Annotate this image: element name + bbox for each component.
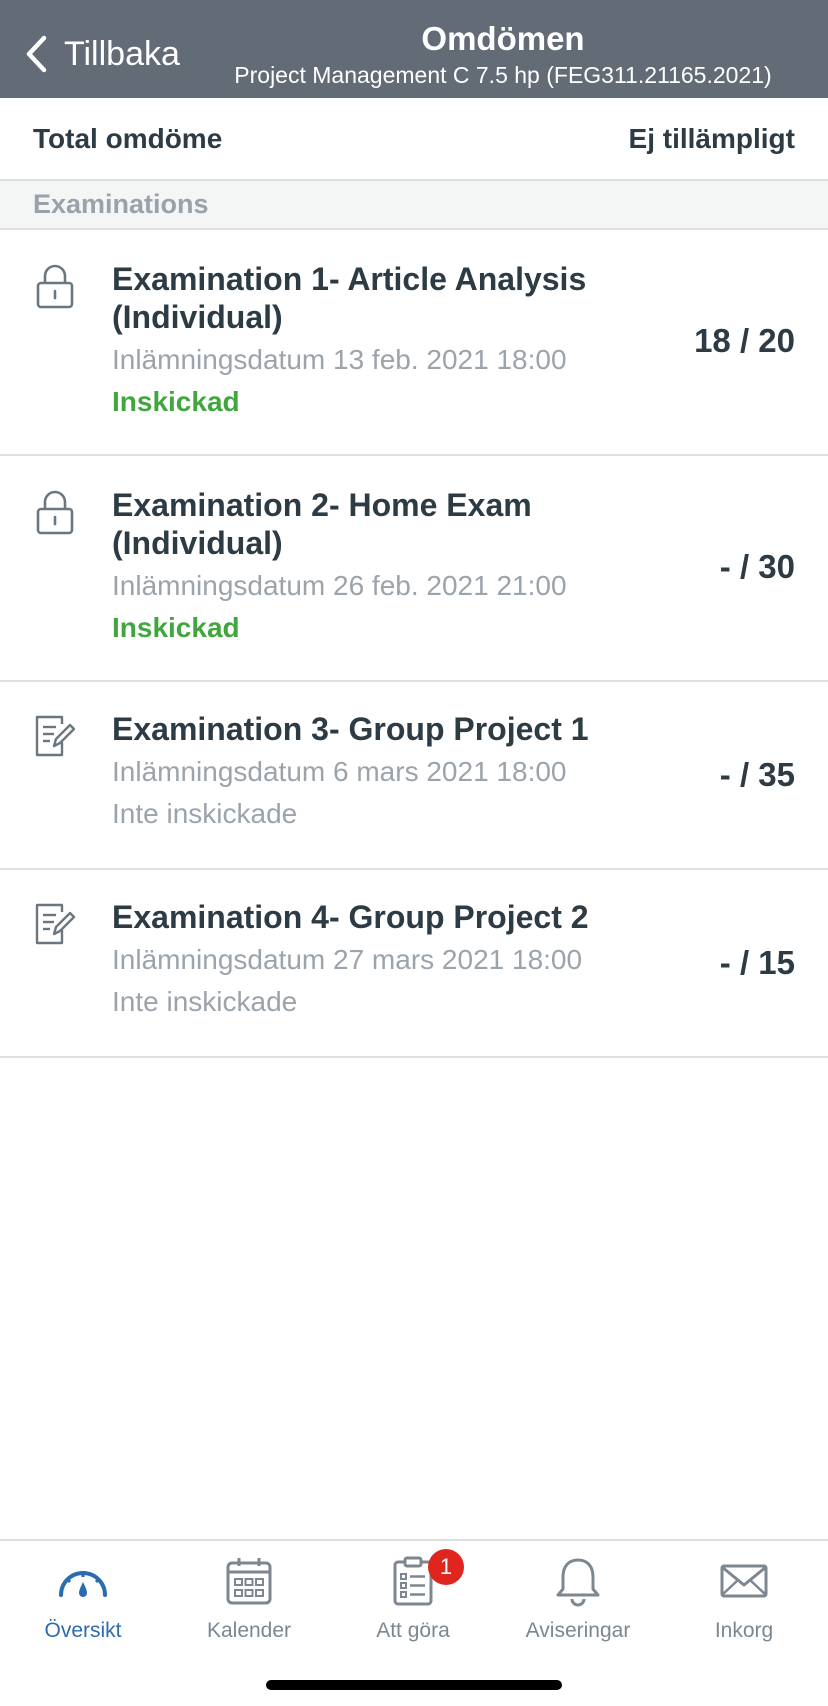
submission-status: Inte inskickade	[112, 798, 298, 829]
calendar-icon	[226, 1558, 272, 1605]
tab-label: Aviseringar	[525, 1619, 631, 1642]
due-date: Inlämningsdatum 26 feb. 2021 21:00	[112, 570, 567, 601]
tab-label: Inkorg	[714, 1619, 774, 1642]
tab-label: Kalender	[206, 1619, 292, 1642]
assignment-row[interactable]: Examination 1- Article Analysis (Individ…	[0, 230, 828, 456]
assignment-score: 18 / 20	[694, 322, 795, 359]
tab-overview[interactable]: Översikt	[0, 1555, 166, 1643]
assignment-icon	[34, 900, 76, 948]
submission-status: Inskickad	[112, 612, 240, 643]
assignment-list: Examination 1- Article Analysis (Individ…	[0, 230, 828, 1058]
notification-badge: 1	[428, 1549, 464, 1585]
lock-icon	[34, 262, 76, 310]
section-header: Examinations	[0, 181, 828, 230]
mail-icon	[720, 1564, 768, 1598]
tab-label: Att göra	[376, 1619, 450, 1642]
total-grade-row: Total omdöme Ej tillämpligt	[0, 98, 828, 181]
assignment-icon	[34, 712, 76, 760]
assignment-row[interactable]: Examination 2- Home Exam (Individual) In…	[0, 456, 828, 682]
chevron-left-icon	[26, 35, 47, 73]
lock-icon	[34, 488, 76, 536]
dashboard-icon	[59, 1571, 107, 1597]
tab-todo[interactable]: 1 Att göra	[330, 1549, 496, 1643]
bell-icon	[556, 1558, 600, 1607]
due-date: Inlämningsdatum 6 mars 2021 18:00	[112, 756, 567, 787]
total-grade-label: Total omdöme	[33, 122, 223, 154]
assignment-score: - / 30	[719, 548, 795, 585]
assignment-title: Examination 4- Group Project 2	[112, 899, 589, 935]
due-date: Inlämningsdatum 27 mars 2021 18:00	[112, 944, 583, 975]
assignment-score: - / 15	[719, 944, 795, 981]
total-grade-value: Ej tillämpligt	[628, 122, 795, 154]
assignment-row[interactable]: Examination 3- Group Project 1 Inlämning…	[0, 682, 828, 870]
assignment-row[interactable]: Examination 4- Group Project 2 Inlämning…	[0, 870, 828, 1058]
assignment-title: Examination 3- Group Project 1	[112, 711, 589, 747]
navigation-bar: Tillbaka Omdömen Project Management C 7.…	[0, 0, 828, 98]
home-indicator	[266, 1680, 562, 1690]
due-date: Inlämningsdatum 13 feb. 2021 18:00	[112, 344, 567, 375]
page-title: Omdömen	[421, 20, 585, 57]
tab-label: Översikt	[44, 1619, 122, 1642]
submission-status: Inskickad	[112, 386, 240, 417]
assignment-title: Examination 2- Home Exam (Individual)	[112, 487, 532, 561]
back-button[interactable]: Tillbaka	[22, 30, 180, 78]
course-subtitle: Project Management C 7.5 hp (FEG311.2116…	[234, 62, 772, 88]
assignment-score: - / 35	[719, 756, 795, 793]
submission-status: Inte inskickade	[112, 986, 298, 1017]
tab-inbox[interactable]: Inkorg	[661, 1555, 827, 1643]
tab-calendar[interactable]: Kalender	[166, 1555, 332, 1643]
back-label: Tillbaka	[64, 34, 180, 73]
assignment-title: Examination 1- Article Analysis (Individ…	[112, 261, 587, 335]
tab-notifications[interactable]: Aviseringar	[495, 1555, 661, 1643]
